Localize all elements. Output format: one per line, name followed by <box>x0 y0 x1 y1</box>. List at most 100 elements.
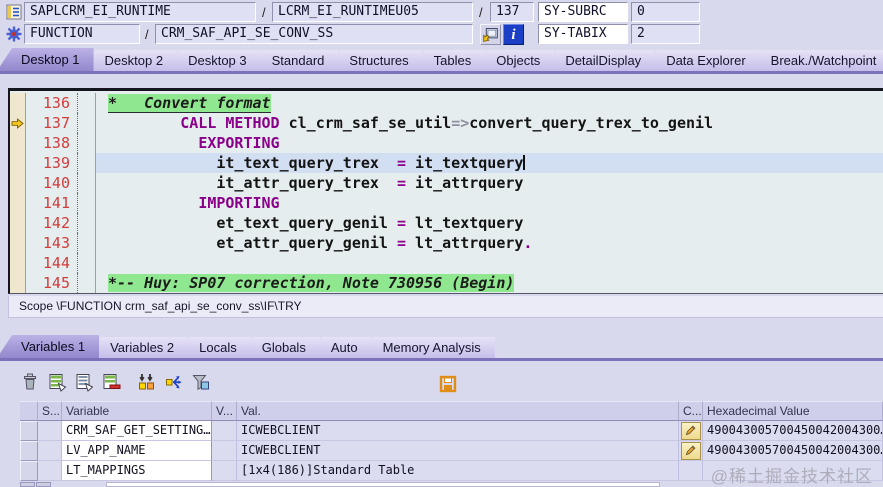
change-value-button[interactable] <box>680 421 701 440</box>
horizontal-scrollbar[interactable] <box>20 482 660 487</box>
code-line-144[interactable]: 144 <box>10 253 883 273</box>
column-header-val[interactable]: Val. <box>237 401 679 421</box>
breakpoint-gutter[interactable] <box>10 93 26 113</box>
insert-values-button[interactable] <box>135 372 158 395</box>
scroll-left-button[interactable] <box>20 482 35 487</box>
tab-memory-analysis[interactable]: Memory Analysis <box>358 337 495 358</box>
column-header-v[interactable]: V... <box>212 401 237 421</box>
code-line-141[interactable]: 141 IMPORTING <box>10 193 883 213</box>
breakpoint-gutter[interactable] <box>10 273 26 293</box>
cell-variable[interactable]: LV_APP_NAME <box>62 441 212 461</box>
table-display-button[interactable] <box>72 372 95 395</box>
table-header: S... Variable V... Val. C... Hexadecimal… <box>20 401 883 421</box>
table-row: LT_MAPPINGS [1x4(186)]Standard Table <box>20 461 883 481</box>
tab-desktop-3[interactable]: Desktop 3 <box>164 50 261 71</box>
table-row: LV_APP_NAME ICWEBCLIENT 490043005700450042… <box>20 441 883 461</box>
save-icon <box>439 375 456 392</box>
breakpoint-gutter[interactable] <box>10 153 26 173</box>
code-text: CALL METHOD cl_crm_saf_se_util=>convert_… <box>180 114 714 132</box>
gutter-divider <box>78 193 96 213</box>
line-number: 136 <box>26 93 78 113</box>
save-button[interactable] <box>436 372 459 395</box>
event-type-field[interactable]: FUNCTION <box>24 24 140 44</box>
cell-v <box>212 421 237 441</box>
cell-changeable <box>679 461 703 481</box>
code-text: IMPORTING <box>198 194 280 212</box>
breakpoint-gutter[interactable] <box>10 133 26 153</box>
breakpoint-gutter[interactable] <box>10 233 26 253</box>
scrollbar-track[interactable] <box>106 482 660 487</box>
abap-code-editor[interactable]: 136 * Convert format 137 CALL METHOD cl_cr… <box>8 88 883 294</box>
tab-standard[interactable]: Standard <box>247 50 339 71</box>
breakpoint-gutter[interactable] <box>10 193 26 213</box>
code-line-142[interactable]: 142 et_text_query_genil = lt_textquery <box>10 213 883 233</box>
code-line-138[interactable]: 138 EXPORTING <box>10 133 883 153</box>
swap-arrows-button[interactable] <box>162 372 185 395</box>
filter-funnel-button[interactable] <box>189 372 212 395</box>
cell-s <box>38 441 62 461</box>
tab-detaildisplay[interactable]: DetailDisplay <box>541 50 656 71</box>
variables-toolbar <box>8 369 883 398</box>
cell-changeable <box>679 421 703 441</box>
cell-s <box>38 461 62 481</box>
breakpoint-gutter[interactable] <box>10 213 26 233</box>
goto-statement-button[interactable] <box>480 24 501 45</box>
tab-variables-2[interactable]: Variables 2 <box>86 337 189 358</box>
row-selector[interactable] <box>20 441 38 461</box>
column-header-variable[interactable]: Variable <box>62 401 212 421</box>
line-number: 140 <box>26 173 78 193</box>
delete-button[interactable] <box>18 372 41 395</box>
table-create-button[interactable] <box>45 372 68 395</box>
cell-v <box>212 461 237 481</box>
tab-structures[interactable]: Structures <box>325 50 423 71</box>
column-header-selector[interactable] <box>20 401 38 421</box>
tab-break-watchpoint[interactable]: Break./Watchpoint <box>746 50 883 71</box>
cell-value: [1x4(186)]Standard Table <box>237 461 679 481</box>
event-name-field[interactable]: CRM_SAF_API_SE_CONV_SS <box>155 24 473 44</box>
code-line-145[interactable]: 145 *-- Huy: SP07 correction, Note 730956… <box>10 273 883 293</box>
table-delete-row-button[interactable] <box>99 372 122 395</box>
row-selector[interactable] <box>20 461 38 481</box>
line-number: 143 <box>26 233 78 253</box>
include-field[interactable]: LCRM_EI_RUNTIMEU05 <box>272 2 473 22</box>
info-button[interactable]: i <box>503 24 524 45</box>
column-header-c[interactable]: C... <box>679 401 703 421</box>
code-line-137[interactable]: 137 CALL METHOD cl_crm_saf_se_util=>conv… <box>10 113 883 133</box>
row-selector[interactable] <box>20 421 38 441</box>
breakpoint-gutter[interactable] <box>10 173 26 193</box>
cell-hexadecimal <box>703 461 883 481</box>
line-number: 142 <box>26 213 78 233</box>
sy-subrc-label-field[interactable]: SY-SUBRC <box>538 2 628 22</box>
scroll-button[interactable] <box>36 482 51 487</box>
cell-variable[interactable]: LT_MAPPINGS <box>62 461 212 481</box>
gutter-divider <box>78 93 96 113</box>
separator: / <box>145 27 149 42</box>
delete-icon <box>20 372 40 395</box>
gutter-divider <box>78 113 96 133</box>
code-line-139[interactable]: 139 it_text_query_trex = it_textquery <box>10 153 883 173</box>
line-number-field[interactable]: 137 <box>490 2 534 22</box>
sy-tabix-label-field[interactable]: SY-TABIX <box>538 24 628 44</box>
change-value-button[interactable] <box>680 441 701 460</box>
current-statement-arrow[interactable] <box>10 113 26 133</box>
desktop-tabstrip: Desktop 1 Desktop 2 Desktop 3 Standard Struc… <box>0 48 883 74</box>
breakpoint-gutter[interactable] <box>10 253 26 273</box>
code-line-143[interactable]: 143 et_attr_query_genil = lt_attrquery. <box>10 233 883 253</box>
column-header-s[interactable]: S... <box>38 401 62 421</box>
tab-data-explorer[interactable]: Data Explorer <box>642 50 760 71</box>
cell-variable[interactable]: CRM_SAF_GET_SETTING… <box>62 421 212 441</box>
code-line-136[interactable]: 136 * Convert format <box>10 93 883 113</box>
change-value-pencil-icon <box>685 445 696 456</box>
cell-s <box>38 421 62 441</box>
column-header-hex[interactable]: Hexadecimal Value <box>703 401 883 421</box>
tab-desktop-2[interactable]: Desktop 2 <box>80 50 178 71</box>
tab-desktop-1[interactable]: Desktop 1 <box>0 48 94 71</box>
sy-tabix-value-field: 2 <box>631 24 700 44</box>
filter-funnel-icon <box>191 372 211 395</box>
cell-value: ICWEBCLIENT <box>237 441 679 461</box>
code-line-140[interactable]: 140 it_attr_query_trex = it_attrquery <box>10 173 883 193</box>
separator: / <box>479 5 483 20</box>
abap-program-icon <box>5 3 23 21</box>
tab-variables-1[interactable]: Variables 1 <box>0 335 100 358</box>
program-field[interactable]: SAPLCRM_EI_RUNTIME <box>24 2 256 22</box>
